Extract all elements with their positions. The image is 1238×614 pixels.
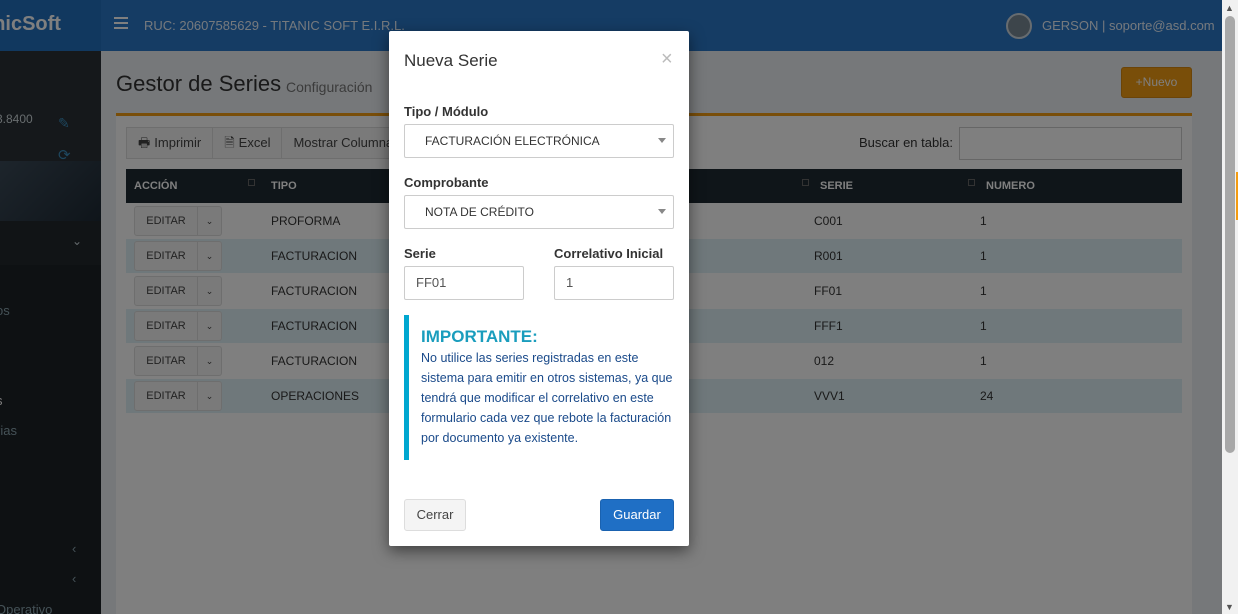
important-callout: IMPORTANTE: No utilice las series regist… xyxy=(404,315,674,460)
serie-input[interactable]: FF01 xyxy=(404,266,524,300)
important-text: No utilice las series registradas en est… xyxy=(421,351,673,445)
scroll-down-icon[interactable]: ▼ xyxy=(1225,602,1234,612)
scroll-up-icon[interactable]: ▲ xyxy=(1225,3,1234,13)
serie-label: Serie xyxy=(404,246,436,261)
comprobante-value: NOTA DE CRÉDITO xyxy=(425,205,534,219)
correlativo-label: Correlativo Inicial xyxy=(554,246,664,261)
caret-down-icon xyxy=(658,209,666,214)
comprobante-select[interactable]: NOTA DE CRÉDITO xyxy=(404,195,674,229)
new-series-modal: Nueva Serie × Tipo / Módulo FACTURACIÓN … xyxy=(389,31,689,546)
tipo-value: FACTURACIÓN ELECTRÓNICA xyxy=(425,134,600,148)
tipo-select[interactable]: FACTURACIÓN ELECTRÓNICA xyxy=(404,124,674,158)
caret-down-icon xyxy=(658,138,666,143)
scrollbar-thumb[interactable] xyxy=(1225,16,1235,453)
save-button[interactable]: Guardar xyxy=(600,499,674,531)
important-title: IMPORTANTE: xyxy=(421,327,538,346)
modal-title: Nueva Serie xyxy=(404,51,498,70)
comprobante-label: Comprobante xyxy=(404,175,489,190)
close-icon[interactable]: × xyxy=(661,49,673,69)
tipo-label: Tipo / Módulo xyxy=(404,104,489,119)
correlativo-input[interactable]: 1 xyxy=(554,266,674,300)
scrollbar[interactable]: ▲ ▼ xyxy=(1222,0,1238,614)
close-button[interactable]: Cerrar xyxy=(404,499,466,531)
